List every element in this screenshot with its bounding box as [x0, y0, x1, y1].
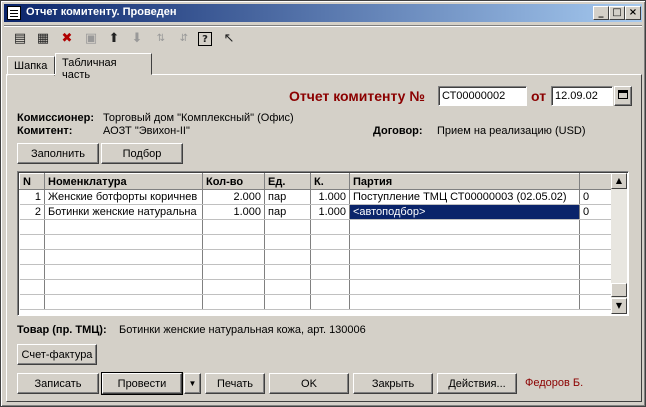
col-header-item[interactable]: Номенклатура [44, 173, 203, 190]
col-header-k[interactable]: К. [310, 173, 350, 190]
col-header-batch[interactable]: Партия [349, 173, 580, 190]
commissioner-label: Комиссионер: [17, 112, 95, 124]
scroll-down-icon[interactable]: ▼ [611, 298, 627, 314]
cell-extra[interactable]: 0 [579, 204, 613, 220]
toolbar-separator [4, 25, 642, 27]
consignor-label: Комитент: [17, 125, 73, 137]
post-button[interactable]: Провести [101, 372, 183, 395]
table-row-empty [19, 264, 613, 280]
items-table[interactable]: N Номенклатура Кол-во Ед. К. Партия 1 Же… [17, 171, 629, 316]
table-row-empty [19, 279, 613, 295]
new-row-icon[interactable]: ▤ [11, 30, 29, 48]
document-window: Отчет комитенту. Проведен _ □ × ▤ ▦ ✖ ▣ … [0, 0, 646, 407]
ok-button[interactable]: OK [269, 373, 349, 394]
cell-batch-selected[interactable]: <автоподбор> [349, 204, 580, 220]
cell-batch[interactable]: Поступление ТМЦ СТ00000003 (02.05.02) [349, 189, 580, 205]
cell-k[interactable]: 1.000 [310, 204, 350, 220]
col-header-unit[interactable]: Ед. [264, 173, 311, 190]
scroll-thumb[interactable] [611, 283, 627, 297]
table-row-empty [19, 234, 613, 250]
tab-header[interactable]: Шапка [7, 56, 55, 76]
doc-number-field[interactable]: СТ00000002 [438, 86, 527, 106]
calendar-button[interactable] [614, 86, 632, 106]
calendar-icon [618, 90, 628, 99]
whats-this-icon[interactable]: ↖ [220, 30, 238, 48]
consignor-value[interactable]: АОЗТ "Эвихон-II" [103, 125, 190, 137]
fill-button[interactable]: Заполнить [17, 143, 99, 164]
select-button[interactable]: Подбор [101, 143, 183, 164]
col-header-n[interactable]: N [19, 173, 45, 190]
col-header-qty[interactable]: Кол-во [202, 173, 265, 190]
cell-k[interactable]: 1.000 [310, 189, 350, 205]
minimize-button[interactable]: _ [593, 6, 609, 20]
close-window-button[interactable]: × [625, 6, 641, 20]
cell-qty[interactable]: 1.000 [202, 204, 265, 220]
title-bar[interactable]: Отчет комитенту. Проведен _ □ × [4, 4, 642, 22]
date-label: от [531, 88, 547, 104]
cell-n[interactable]: 2 [19, 204, 45, 220]
cell-n[interactable]: 1 [19, 189, 45, 205]
document-icon [7, 6, 21, 20]
product-value: Ботинки женские натуральная кожа, арт. 1… [119, 324, 366, 336]
move-up-icon[interactable]: ⬆ [105, 30, 123, 48]
invoice-button[interactable]: Счет-фактура [17, 344, 97, 365]
scroll-up-icon[interactable]: ▲ [611, 173, 627, 189]
cell-extra[interactable]: 0 [579, 189, 613, 205]
copy-row-icon[interactable]: ▣ [82, 30, 100, 48]
delete-row-icon[interactable]: ✖ [58, 30, 76, 48]
print-button[interactable]: Печать [205, 373, 265, 394]
cell-qty[interactable]: 2.000 [202, 189, 265, 205]
cell-unit[interactable]: пар [264, 204, 311, 220]
save-button[interactable]: Записать [17, 373, 99, 394]
vertical-scrollbar[interactable]: ▲ ▼ [611, 173, 627, 314]
help-icon[interactable]: ? [198, 32, 212, 46]
doc-date-field[interactable]: 12.09.02 [551, 86, 613, 106]
post-dropdown-button[interactable]: ▼ [184, 373, 201, 394]
table-row-empty [19, 219, 613, 235]
sort-desc-icon[interactable]: ⇵ [175, 30, 193, 48]
table-row[interactable]: 2 Ботинки женские натуральна 1.000 пар 1… [19, 204, 613, 220]
contract-value[interactable]: Прием на реализацию (USD) [437, 125, 586, 137]
add-row-icon[interactable]: ▦ [34, 30, 52, 48]
table-row[interactable]: 1 Женские ботфорты коричнев 2.000 пар 1.… [19, 189, 613, 205]
chevron-down-icon: ▼ [188, 378, 197, 388]
doc-number-label: Отчет комитенту № [289, 88, 425, 104]
items-table-body: N Номенклатура Кол-во Ед. К. Партия 1 Же… [19, 173, 613, 310]
sort-asc-icon[interactable]: ⇅ [152, 30, 170, 48]
commissioner-value[interactable]: Торговый дом "Комплексный" (Офис) [103, 112, 294, 124]
cell-unit[interactable]: пар [264, 189, 311, 205]
actions-button[interactable]: Действия... [437, 373, 517, 394]
current-user: Федоров Б. [525, 377, 584, 389]
close-button[interactable]: Закрыть [353, 373, 433, 394]
table-row-empty [19, 294, 613, 310]
cell-item[interactable]: Женские ботфорты коричнев [44, 189, 203, 205]
maximize-button[interactable]: □ [609, 6, 625, 20]
table-header-row: N Номенклатура Кол-во Ед. К. Партия [19, 173, 613, 190]
contract-label: Договор: [373, 125, 423, 137]
move-down-icon[interactable]: ⬇ [128, 30, 146, 48]
window-title: Отчет комитенту. Проведен [26, 6, 177, 18]
tab-label: Шапка [14, 60, 48, 72]
cell-item[interactable]: Ботинки женские натуральна [44, 204, 203, 220]
col-header-extra[interactable] [579, 173, 613, 190]
product-label: Товар (пр. ТМЦ): [17, 324, 107, 336]
tab-table-part[interactable]: Табличная часть [55, 53, 152, 81]
table-row-empty [19, 249, 613, 265]
